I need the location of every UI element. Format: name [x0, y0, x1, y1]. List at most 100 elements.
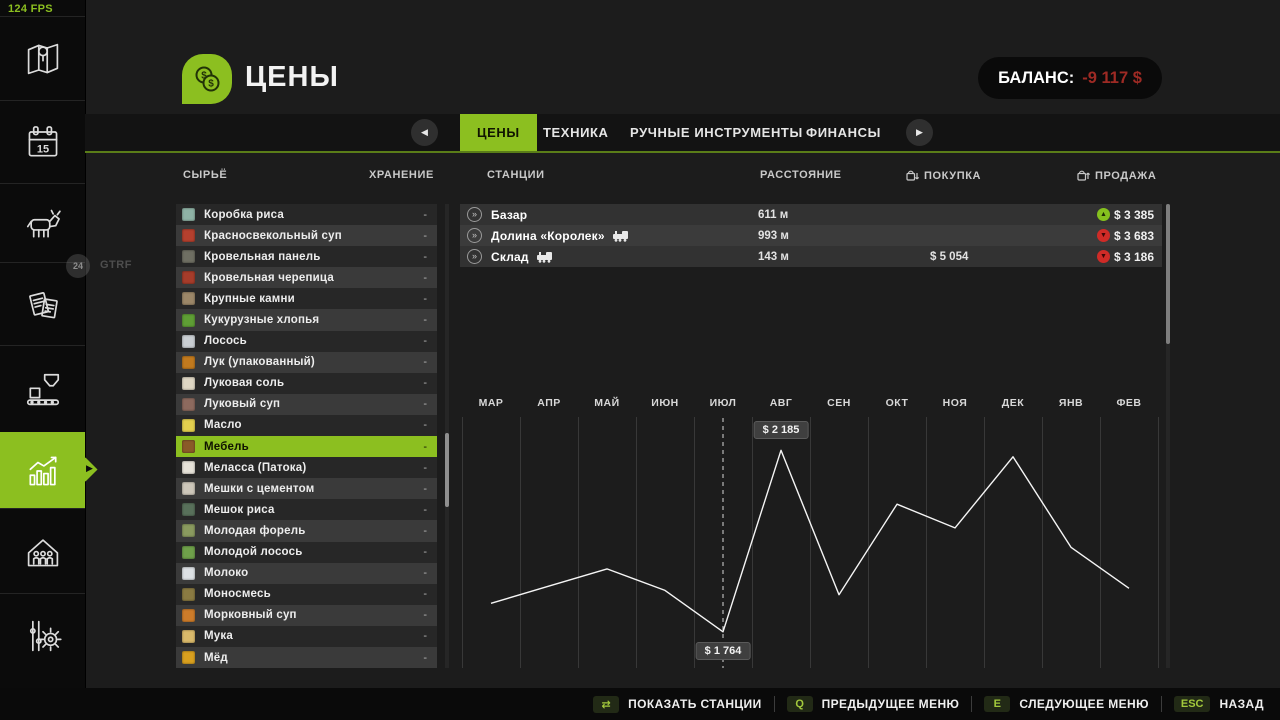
- commodity-scrollbar-thumb[interactable]: [445, 433, 449, 507]
- commodity-scrollbar[interactable]: [445, 204, 449, 668]
- calendar-icon: 15: [21, 121, 65, 165]
- hotkey-item[interactable]: ⇄ПОКАЗАТЬ СТАНЦИИ: [593, 696, 762, 713]
- list-item-commodity[interactable]: Морковный суп -: [176, 605, 437, 626]
- sidebar-item-farm[interactable]: [0, 508, 85, 594]
- storage-value: -: [423, 609, 427, 621]
- tabs-next-button[interactable]: ▶: [906, 119, 933, 146]
- storage-value: -: [423, 462, 427, 474]
- stations-scrollbar-thumb[interactable]: [1166, 204, 1170, 344]
- list-item-commodity[interactable]: Луковая соль-: [176, 373, 437, 394]
- tab-prices[interactable]: ЦЕНЫ: [460, 114, 537, 151]
- price-trend-up-icon: ▲: [1097, 208, 1110, 221]
- tab-hand-tools[interactable]: РУЧНЫЕ ИНСТРУМЕНТЫ: [630, 114, 803, 151]
- list-item-commodity[interactable]: Кукурузные хлопья -: [176, 309, 437, 330]
- list-item-commodity[interactable]: Кровельная панель-: [176, 246, 437, 267]
- commodity-icon: [182, 651, 195, 664]
- list-item-commodity[interactable]: Мешок риса-: [176, 499, 437, 520]
- price-line: [491, 450, 1129, 632]
- barn-people-icon: [21, 530, 65, 574]
- balance-value: -9 117 $: [1082, 69, 1142, 88]
- hotkey-item[interactable]: QПРЕДЫДУЩЕЕ МЕНЮ: [787, 696, 960, 712]
- commodity-icon: [182, 356, 195, 369]
- list-item-commodity[interactable]: Меласса (Патока) -: [176, 457, 437, 478]
- commodity-name: Лосось: [204, 335, 247, 347]
- storage-value: -: [423, 419, 427, 431]
- prices-bubble-icon: $ $: [182, 54, 232, 104]
- tab-vehicles[interactable]: ТЕХНИКА: [543, 114, 609, 151]
- commodity-name: Морковный суп: [204, 609, 297, 621]
- list-item-commodity[interactable]: Молоко-: [176, 563, 437, 584]
- commodity-icon: [182, 567, 195, 580]
- list-item-commodity[interactable]: Лук (упакованный) -: [176, 352, 437, 373]
- list-item-commodity[interactable]: Масло-: [176, 415, 437, 436]
- hotkey-item[interactable]: E СЛЕДУЮЩЕЕ МЕНЮ: [984, 696, 1149, 712]
- list-item-commodity[interactable]: Кровельная черепица-: [176, 267, 437, 288]
- hotkey-item[interactable]: ESCНАЗАД: [1174, 696, 1264, 712]
- commodity-name: Молодая форель: [204, 525, 305, 537]
- commodity-name: Крупные камни: [204, 293, 295, 305]
- station-row[interactable]: »Долина «Королек»993 м▼$ 3 683: [460, 225, 1162, 246]
- sidebar-item-production[interactable]: [0, 345, 85, 433]
- commodity-name: Меласса (Патока): [204, 462, 306, 474]
- column-goods: СЫРЬЁ: [183, 169, 227, 181]
- storage-value: -: [423, 356, 427, 368]
- list-item-commodity[interactable]: Крупные камни -: [176, 288, 437, 309]
- active-nav-pointer-arrow-icon: ▶: [86, 463, 93, 474]
- storage-value: -: [423, 630, 427, 642]
- commodity-icon: [182, 630, 195, 643]
- storage-value: -: [423, 293, 427, 305]
- commodity-name: Мебель: [204, 441, 249, 453]
- tabs-prev-button[interactable]: ◀: [411, 119, 438, 146]
- price-chart: МАРАПРМАЙИЮНИЮЛАВГСЕНОКТНОЯДЕКЯНВФЕВ$ 1 …: [460, 393, 1162, 668]
- commodity-name: Мёд: [204, 652, 228, 664]
- list-item-commodity[interactable]: Моносмесь-: [176, 584, 437, 605]
- column-sell: ПРОДАЖА: [1076, 169, 1156, 182]
- sidebar-item-settings[interactable]: [0, 593, 85, 677]
- list-item-commodity[interactable]: Молодой лосось-: [176, 542, 437, 563]
- commodity-icon: [182, 208, 195, 221]
- balance-pill: БАЛАНС: -9 117 $: [978, 57, 1162, 99]
- commodity-icon: [182, 377, 195, 390]
- station-row[interactable]: »Базар611 м▲$ 3 385: [460, 204, 1162, 225]
- list-item-commodity[interactable]: Мёд-: [176, 647, 437, 668]
- notification-text: GTRF: [100, 259, 132, 271]
- commodity-name: Кровельная черепица: [204, 272, 334, 284]
- tab-finances[interactable]: ФИНАНСЫ: [806, 114, 881, 151]
- storage-value: -: [423, 441, 427, 453]
- list-item-commodity[interactable]: Мебель -: [176, 436, 437, 457]
- station-row[interactable]: »Склад143 м$ 5 054▼$ 3 186: [460, 246, 1162, 267]
- list-item-commodity[interactable]: Молодая форель-: [176, 520, 437, 541]
- stations-scrollbar[interactable]: [1166, 204, 1170, 668]
- sidebar-item-animals[interactable]: [0, 183, 85, 263]
- hotkey-bar: ⇄ПОКАЗАТЬ СТАНЦИИ QПРЕДЫДУЩЕЕ МЕНЮ E СЛЕДУЮ…: [0, 688, 1280, 720]
- sidebar-item-prices-statistics[interactable]: [0, 432, 85, 509]
- column-buy-label: ПОКУПКА: [924, 170, 981, 182]
- buy-bag-icon: [905, 169, 919, 182]
- hotkey-label: ПРЕДЫДУЩЕЕ МЕНЮ: [822, 697, 960, 711]
- list-item-commodity[interactable]: Красносвекольный суп-: [176, 225, 437, 246]
- list-item-commodity[interactable]: Лосось-: [176, 331, 437, 352]
- hotkey-label: СЛЕДУЮЩЕЕ МЕНЮ: [1019, 697, 1149, 711]
- station-sell-price: $ 3 186: [1114, 250, 1154, 264]
- storage-value: -: [423, 588, 427, 600]
- column-distance: РАССТОЯНИЕ: [760, 169, 842, 181]
- commodity-name: Молодой лосось: [204, 546, 303, 558]
- hotkey-key: E: [984, 696, 1010, 712]
- station-distance: 143 м: [758, 251, 789, 263]
- sidebar-item-calendar[interactable]: 15: [0, 100, 85, 184]
- commodity-icon: [182, 271, 195, 284]
- commodity-name: Кукурузные хлопья: [204, 314, 319, 326]
- tab-bar: ◀ ЦЕНЫ ТЕХНИКА РУЧНЫЕ ИНСТРУМЕНТЫ ФИНАНС…: [85, 114, 1280, 153]
- sidebar-item-map[interactable]: [0, 16, 85, 101]
- list-item-commodity[interactable]: Мука-: [176, 626, 437, 647]
- commodity-icon: [182, 546, 195, 559]
- svg-text:15: 15: [36, 143, 48, 155]
- train-icon: [612, 229, 629, 242]
- list-item-commodity[interactable]: Луковый суп-: [176, 394, 437, 415]
- station-sell-price: $ 3 683: [1114, 229, 1154, 243]
- list-item-commodity[interactable]: Мешки с цементом-: [176, 478, 437, 499]
- settings-sliders-gear-icon: [21, 614, 65, 658]
- commodity-name: Лук (упакованный): [204, 356, 315, 368]
- list-item-commodity[interactable]: Коробка риса-: [176, 204, 437, 225]
- storage-value: -: [423, 314, 427, 326]
